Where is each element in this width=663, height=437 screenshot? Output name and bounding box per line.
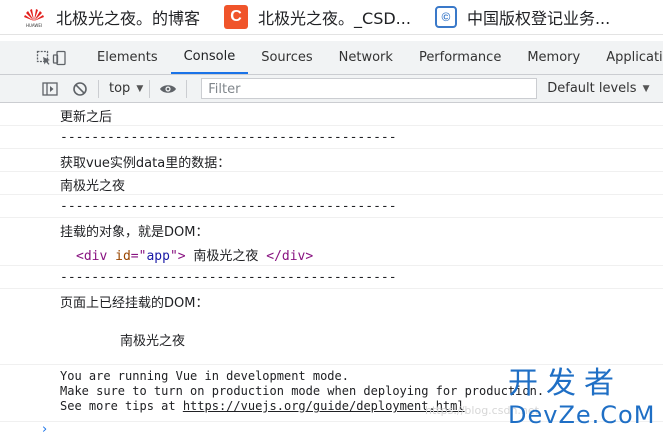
show-sidebar-icon[interactable] bbox=[38, 77, 62, 101]
tab-network[interactable]: Network bbox=[326, 41, 406, 74]
dom-node[interactable]: <div id="app"> 南极光之夜 </div> bbox=[76, 245, 313, 264]
devtools-tabbar: Elements Console Sources Network Perform… bbox=[0, 41, 663, 75]
tab-sources[interactable]: Sources bbox=[248, 41, 325, 74]
copyright-icon: © bbox=[434, 6, 457, 28]
console-prompt-icon[interactable]: › bbox=[42, 422, 47, 437]
huawei-icon: HUAWEI bbox=[22, 5, 46, 29]
tab-performance[interactable]: Performance bbox=[406, 41, 514, 74]
tab-console[interactable]: Console bbox=[170, 41, 249, 74]
tab-memory[interactable]: Memory bbox=[514, 41, 593, 74]
bookmark-copyright[interactable]: © 中国版权登记业务... bbox=[434, 5, 611, 29]
devze-logo: 开发者 DevZe.CoM bbox=[508, 366, 656, 430]
bookmark-label: 北极光之夜。的博客 bbox=[56, 9, 201, 28]
console-message: 更新之后 bbox=[0, 103, 663, 126]
filter-input[interactable]: Filter bbox=[201, 78, 538, 99]
divider bbox=[98, 79, 99, 98]
console-message: 获取vue实例data里的数据： bbox=[0, 149, 663, 172]
bookmark-label: 北极光之夜。_CSD... bbox=[258, 9, 411, 28]
levels-label: Default levels bbox=[547, 81, 637, 96]
bookmark-csdn[interactable]: C 北极光之夜。_CSD... bbox=[224, 5, 411, 29]
console-message-rendered: 页面上已经挂载的DOM： 南极光之夜 bbox=[0, 289, 663, 365]
bookmark-label: 中国版权登记业务... bbox=[466, 9, 611, 28]
console-message-dom: 挂载的对象，就是DOM： <div id="app"> 南极光之夜 </div> bbox=[0, 218, 663, 266]
console-message: 南极光之夜 bbox=[0, 172, 663, 195]
log-levels-dropdown[interactable]: Default levels ▼ bbox=[547, 81, 649, 96]
console-message: ----------------------------------------… bbox=[0, 266, 663, 289]
caret-down-icon: ▼ bbox=[642, 83, 650, 94]
device-toolbar-icon[interactable] bbox=[52, 41, 68, 74]
csdn-icon: C bbox=[224, 5, 249, 29]
console-toolbar: top ▼ Filter Default levels ▼ bbox=[0, 75, 663, 103]
console-message: ----------------------------------------… bbox=[0, 126, 663, 149]
clear-console-icon[interactable] bbox=[68, 77, 92, 101]
divider bbox=[149, 79, 151, 98]
divider bbox=[186, 79, 188, 98]
caret-down-icon: ▼ bbox=[136, 83, 144, 94]
console-message: ----------------------------------------… bbox=[0, 195, 663, 218]
rendered-dom-text: 南极光之夜 bbox=[120, 334, 186, 349]
eye-icon[interactable] bbox=[156, 77, 180, 101]
tab-application[interactable]: Applicatio bbox=[593, 41, 663, 74]
tab-elements[interactable]: Elements bbox=[84, 41, 171, 74]
inspect-element-icon[interactable] bbox=[36, 41, 52, 74]
context-label: top bbox=[109, 81, 131, 96]
context-selector[interactable]: top ▼ bbox=[109, 81, 143, 96]
bookmark-huawei[interactable]: HUAWEI 北极光之夜。的博客 bbox=[22, 5, 200, 29]
deployment-link[interactable]: https://vuejs.org/guide/deployment.html bbox=[183, 399, 465, 413]
bookmarks-bar: HUAWEI 北极光之夜。的博客 C 北极光之夜。_CSD... © 中国版权登… bbox=[0, 0, 663, 35]
